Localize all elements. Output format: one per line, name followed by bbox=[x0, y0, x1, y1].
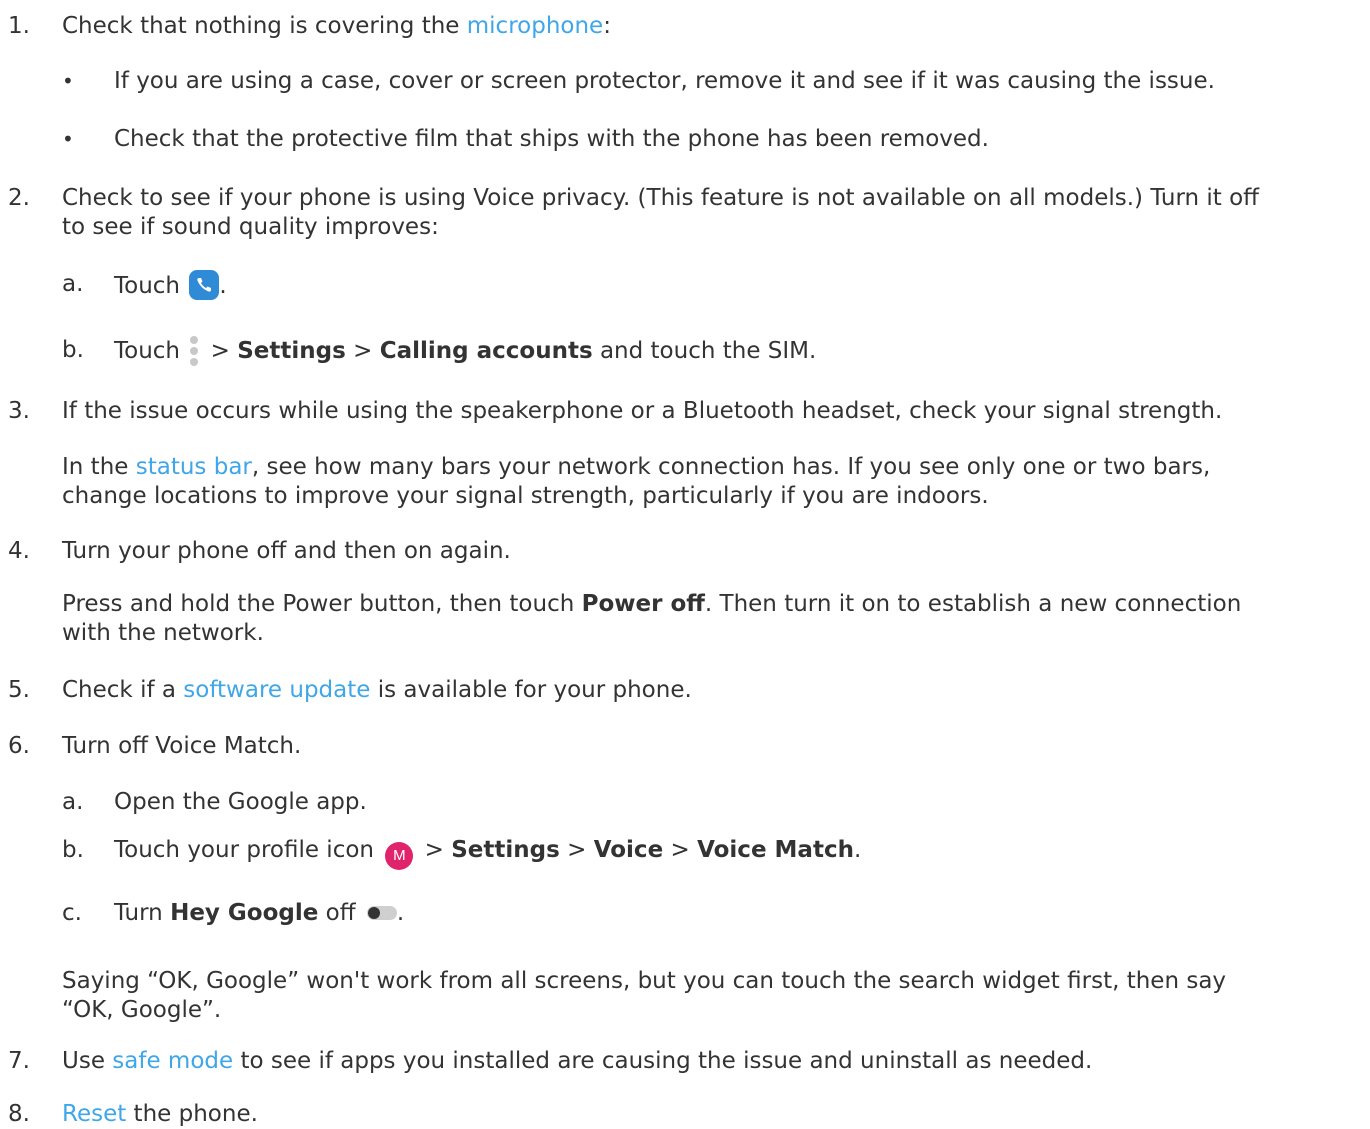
text-segment: Touch your profile icon bbox=[114, 837, 382, 863]
safe-mode-link[interactable]: safe mode bbox=[112, 1048, 233, 1074]
text-segment: Check if a bbox=[62, 677, 184, 703]
text-segment: > bbox=[663, 837, 698, 863]
step-text: Use safe mode to see if apps you install… bbox=[62, 1047, 1092, 1075]
substep-letter: c. bbox=[62, 900, 82, 926]
text-segment: Turn bbox=[114, 900, 171, 926]
microphone-link[interactable]: microphone bbox=[467, 13, 603, 39]
text-segment: > bbox=[345, 338, 380, 364]
text-segment: , see how many bars your network connect… bbox=[251, 454, 1211, 480]
phone-app-icon bbox=[189, 270, 220, 300]
settings-label: Settings bbox=[451, 837, 560, 863]
substep-text: Open the Google app. bbox=[114, 789, 367, 815]
reset-link[interactable]: Reset bbox=[62, 1101, 126, 1127]
text-segment: the phone. bbox=[126, 1101, 258, 1127]
calling-accounts-label: Calling accounts bbox=[379, 338, 593, 364]
step-text: If the issue occurs while using the spea… bbox=[62, 398, 1223, 424]
step-number: 2. bbox=[8, 185, 30, 211]
substep-text: Touch > Settings > Calling accounts and … bbox=[114, 336, 816, 366]
step-number: 7. bbox=[8, 1048, 30, 1074]
substep-letter: b. bbox=[62, 337, 84, 363]
text-segment: to see if apps you installed are causing… bbox=[233, 1048, 1093, 1074]
paragraph-text: “OK, Google”. bbox=[62, 997, 222, 1023]
profile-avatar-icon: M bbox=[385, 842, 414, 870]
step-number: 6. bbox=[8, 733, 30, 759]
step-text: Turn your phone off and then on again. bbox=[62, 538, 511, 564]
power-off-label: Power off bbox=[581, 591, 705, 617]
text-segment: > bbox=[203, 338, 238, 364]
step-text: Check to see if your phone is using Voic… bbox=[62, 185, 1260, 211]
text-segment: . bbox=[853, 837, 862, 863]
step-text: Reset the phone. bbox=[62, 1100, 258, 1128]
step-text: Check if a software update is available … bbox=[62, 676, 692, 704]
text-segment: : bbox=[603, 13, 611, 39]
text-segment: Touch bbox=[114, 338, 188, 364]
step-number: 4. bbox=[8, 538, 30, 564]
voice-match-label: Voice Match bbox=[697, 837, 854, 863]
text-segment: Press and hold the Power button, then to… bbox=[62, 591, 582, 617]
voice-label: Voice bbox=[593, 837, 664, 863]
toggle-off-icon bbox=[366, 906, 397, 920]
text-segment: > bbox=[417, 837, 452, 863]
substep-text: Touch . bbox=[114, 270, 227, 300]
text-segment: Check that nothing is covering the bbox=[62, 13, 467, 39]
text-segment: Use bbox=[62, 1048, 113, 1074]
step-number: 5. bbox=[8, 677, 30, 703]
substep-text: Touch your profile icon M > Settings > V… bbox=[114, 836, 861, 870]
text-segment: > bbox=[559, 837, 594, 863]
text-segment: Touch bbox=[114, 273, 188, 299]
step-text: to see if sound quality improves: bbox=[62, 214, 439, 240]
hey-google-label: Hey Google bbox=[170, 900, 319, 926]
status-bar-link[interactable]: status bar bbox=[136, 454, 252, 480]
paragraph-text: change locations to improve your signal … bbox=[62, 483, 989, 509]
text-segment: . bbox=[396, 900, 405, 926]
text-segment: In the bbox=[62, 454, 136, 480]
paragraph-text: with the network. bbox=[62, 620, 264, 646]
step-number: 1. bbox=[8, 13, 30, 39]
substep-letter: a. bbox=[62, 789, 84, 815]
substep-letter: a. bbox=[62, 271, 84, 297]
bullet-icon: • bbox=[62, 127, 74, 151]
software-update-link[interactable]: software update bbox=[183, 677, 370, 703]
step-number: 8. bbox=[8, 1101, 30, 1127]
paragraph-text: Saying “OK, Google” won't work from all … bbox=[62, 968, 1227, 994]
step-text: Check that nothing is covering the micro… bbox=[62, 12, 611, 40]
bullet-text: If you are using a case, cover or screen… bbox=[114, 68, 1215, 94]
substep-letter: b. bbox=[62, 837, 84, 863]
text-segment: . bbox=[219, 273, 227, 299]
paragraph-text: Press and hold the Power button, then to… bbox=[62, 590, 1241, 618]
text-segment: . Then turn it on to establish a new con… bbox=[704, 591, 1242, 617]
text-segment: and touch the SIM. bbox=[592, 338, 817, 364]
paragraph-text: In the status bar, see how many bars you… bbox=[62, 453, 1210, 481]
settings-label: Settings bbox=[237, 338, 346, 364]
step-number: 3. bbox=[8, 398, 30, 424]
text-segment: off bbox=[318, 900, 363, 926]
bullet-text: Check that the protective film that ship… bbox=[114, 126, 989, 152]
bullet-icon: • bbox=[62, 69, 74, 93]
step-text: Turn off Voice Match. bbox=[62, 733, 302, 759]
substep-text: Turn Hey Google off . bbox=[114, 899, 404, 927]
text-segment: is available for your phone. bbox=[370, 677, 692, 703]
more-options-icon bbox=[189, 336, 199, 366]
